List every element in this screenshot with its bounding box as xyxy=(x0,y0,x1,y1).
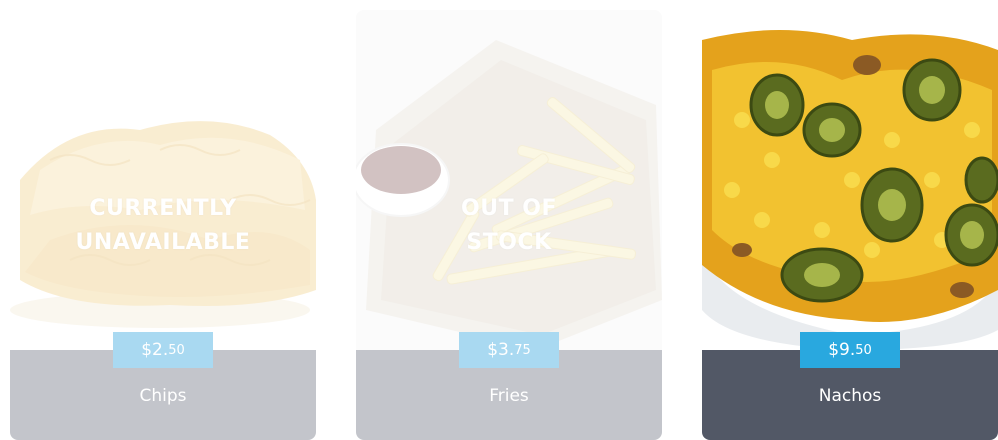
price-badge: $2. 50 xyxy=(113,332,213,368)
product-grid: CURRENTLY UNAVAILABLE $2. 50 Chips OUT O… xyxy=(0,0,998,440)
unavailable-overlay xyxy=(10,10,316,350)
price-badge: $3. 75 xyxy=(459,332,559,368)
availability-status: CURRENTLY UNAVAILABLE xyxy=(10,192,316,260)
price-cents: 75 xyxy=(514,342,531,358)
product-name: Nachos xyxy=(818,386,882,406)
status-line: OUT OF xyxy=(461,196,557,221)
product-name: Fries xyxy=(489,386,529,406)
product-card-nachos[interactable]: $9. 50 Nachos xyxy=(702,10,998,440)
status-line: CURRENTLY xyxy=(89,196,237,221)
price-amount: $9. xyxy=(828,340,856,360)
product-card-chips[interactable]: CURRENTLY UNAVAILABLE $2. 50 Chips xyxy=(10,10,316,440)
price-cents: 50 xyxy=(855,342,872,358)
price-amount: $3. xyxy=(487,340,515,360)
product-card-fries[interactable]: OUT OF STOCK $3. 75 Fries xyxy=(356,10,662,440)
status-line: UNAVAILABLE xyxy=(75,230,251,255)
availability-status: OUT OF STOCK xyxy=(356,192,662,260)
price-amount: $2. xyxy=(141,340,169,360)
status-line: STOCK xyxy=(466,230,552,255)
price-cents: 50 xyxy=(168,342,185,358)
nachos-image xyxy=(702,10,998,350)
product-name: Chips xyxy=(139,386,187,406)
unavailable-overlay xyxy=(356,10,662,350)
price-badge: $9. 50 xyxy=(800,332,900,368)
